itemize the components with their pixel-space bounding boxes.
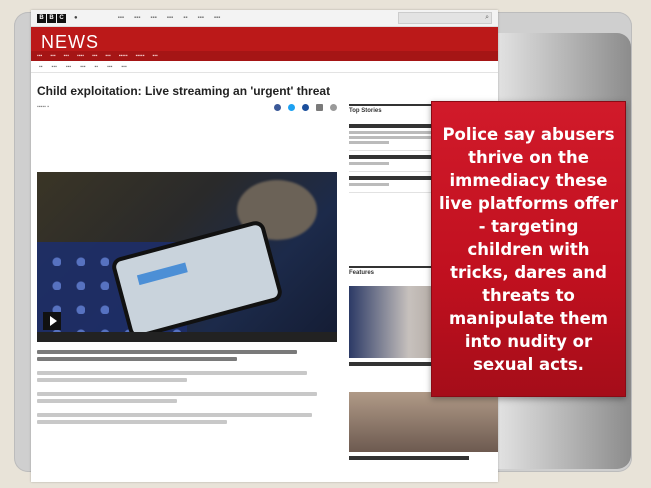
feature-image[interactable] [349, 392, 498, 452]
top-nav-item[interactable]: ▪▪▪ [167, 15, 173, 21]
body-line [37, 420, 227, 424]
quote-callout: Police say abusers thrive on the immedia… [431, 101, 626, 397]
twitter-icon[interactable] [288, 103, 295, 111]
news-subnav: ▪▪▪ ▪▪▪ ▪▪▪ ▪▪▪▪ ▪▪▪ ▪▪▪ ▪▪▪▪▪ ▪▪▪▪▪ ▪▪▪ [31, 51, 498, 61]
body-line [37, 413, 312, 417]
news-section-title[interactable]: NEWS [41, 32, 99, 53]
play-icon[interactable] [43, 312, 61, 330]
bbc-logo-letter: B [47, 13, 56, 23]
bbc-news-screenshot: B B C ● ▪▪▪ ▪▪▪ ▪▪▪ ▪▪▪ ▪▪ ▪▪▪ ▪▪▪ ⌕ NEW… [31, 10, 498, 482]
email-icon[interactable] [316, 103, 323, 111]
top-nav-item[interactable]: ▪▪▪ [150, 15, 156, 21]
article-header: Child exploitation: Live streaming an 'u… [37, 84, 337, 112]
bbc-top-bar: B B C ● ▪▪▪ ▪▪▪ ▪▪▪ ▪▪▪ ▪▪ ▪▪▪ ▪▪▪ ⌕ [31, 10, 498, 27]
body-line [37, 378, 187, 382]
article-video[interactable] [37, 172, 337, 342]
article-meta: ▪▪▪▪▪ ▪ [37, 102, 337, 112]
body-line [37, 392, 317, 396]
news-subnav-item[interactable]: ▪▪▪ [50, 53, 55, 59]
news-subnav-item[interactable]: ▪▪▪ [64, 53, 69, 59]
search-icon[interactable]: ⌕ [485, 14, 489, 22]
search-input[interactable]: ⌕ [398, 12, 492, 24]
region-subnav-item[interactable]: ▪▪▪ [121, 64, 126, 70]
top-nav-item[interactable]: ▪▪▪ [214, 15, 220, 21]
top-nav-item[interactable]: ▪▪▪ [134, 15, 140, 21]
news-subnav-item[interactable]: ▪▪▪ [105, 53, 110, 59]
feature-title[interactable] [349, 456, 469, 460]
share-tools [274, 103, 337, 111]
bbc-logo-letter: C [57, 13, 66, 23]
sign-in-link[interactable]: ● [74, 15, 78, 21]
article-headline: Child exploitation: Live streaming an 'u… [37, 84, 331, 98]
news-subnav-item[interactable]: ▪▪▪ [37, 53, 42, 59]
news-subnav-item[interactable]: ▪▪▪ [152, 53, 157, 59]
news-subnav-item[interactable]: ▪▪▪ [92, 53, 97, 59]
region-subnav-item[interactable]: ▪▪ [39, 64, 43, 70]
video-caption-bar [37, 332, 337, 342]
video-tablet [114, 223, 280, 336]
news-subnav-item[interactable]: ▪▪▪▪ [77, 53, 84, 59]
facebook-icon[interactable] [274, 103, 281, 111]
region-subnav-item[interactable]: ▪▪▪ [66, 64, 71, 70]
messenger-icon[interactable] [302, 103, 309, 111]
top-nav-item[interactable]: ▪▪▪ [197, 15, 203, 21]
body-line [37, 399, 177, 403]
article-timestamp: ▪▪▪▪▪ ▪ [37, 104, 50, 110]
region-subnav-item[interactable]: ▪▪▪ [80, 64, 85, 70]
bbc-logo[interactable]: B B C [37, 13, 66, 23]
top-nav-item[interactable]: ▪▪▪ [118, 15, 124, 21]
body-line [37, 371, 307, 375]
news-subnav-item[interactable]: ▪▪▪▪▪ [136, 53, 145, 59]
article-body [37, 350, 337, 427]
callout-text: Police say abusers thrive on the immedia… [439, 124, 618, 374]
news-banner: NEWS ▪▪▪ ▪▪▪ ▪▪▪ ▪▪▪▪ ▪▪▪ ▪▪▪ ▪▪▪▪▪ ▪▪▪▪… [31, 27, 498, 61]
top-navigation: ▪▪▪ ▪▪▪ ▪▪▪ ▪▪▪ ▪▪ ▪▪▪ ▪▪▪ [118, 15, 221, 21]
region-subnav-item[interactable]: ▪▪▪ [107, 64, 112, 70]
body-line [37, 350, 297, 354]
top-nav-item[interactable]: ▪▪ [183, 15, 187, 21]
body-line [37, 357, 237, 361]
region-subnav-item[interactable]: ▪▪▪ [52, 64, 57, 70]
bbc-logo-letter: B [37, 13, 46, 23]
region-subnav-item[interactable]: ▪▪ [95, 64, 99, 70]
news-subnav-item[interactable]: ▪▪▪▪▪ [119, 53, 128, 59]
region-subnav: ▪▪ ▪▪▪ ▪▪▪ ▪▪▪ ▪▪ ▪▪▪ ▪▪▪ [31, 61, 498, 73]
share-icon[interactable] [330, 103, 337, 111]
